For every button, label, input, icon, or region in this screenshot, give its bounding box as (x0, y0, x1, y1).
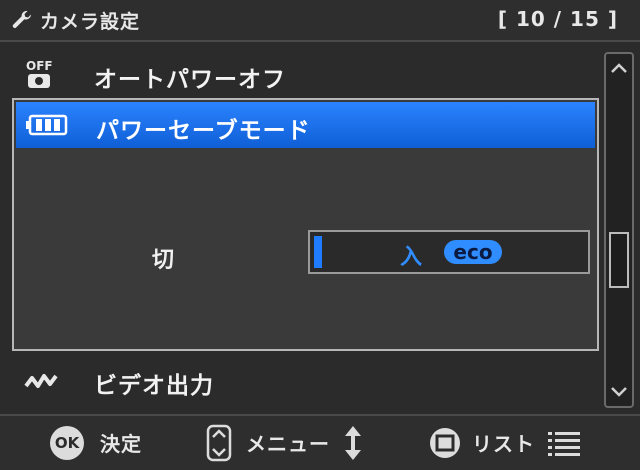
menu-item-label: パワーセーブモード (96, 118, 311, 144)
display-button-icon (430, 428, 460, 458)
chevron-up-icon[interactable] (608, 58, 630, 80)
menu-item-label: オートパワーオフ (94, 67, 286, 93)
page-title: カメラ設定 (40, 11, 141, 33)
option-off[interactable]: 切 (152, 242, 174, 274)
list-icon (548, 432, 580, 456)
power-save-panel: パワーセーブモード 切 入 eco (12, 98, 599, 351)
footer-bar: OK 決定 メニュー リスト (0, 414, 640, 470)
up-down-arrow-icon (345, 426, 361, 460)
chevron-down-icon[interactable] (608, 380, 630, 402)
menu-item-video-output[interactable]: ビデオ出力 (0, 356, 600, 404)
ok-label: 決定 (100, 432, 142, 456)
video-output-icon (24, 374, 58, 388)
ok-button-icon: OK (50, 426, 84, 460)
header-bar: カメラ設定 [ 10 / 15 ] (0, 0, 640, 42)
page-counter: [ 10 / 15 ] (497, 7, 618, 31)
eco-badge: eco (444, 240, 502, 264)
auto-power-off-icon: OFF (26, 59, 53, 88)
option-on-eco[interactable]: 入 eco (308, 230, 590, 274)
menu-label: メニュー (246, 432, 330, 456)
scrollbar-thumb[interactable] (609, 232, 629, 288)
up-down-dial-icon (206, 424, 232, 462)
wrench-icon (12, 10, 31, 28)
list-label: リスト (472, 432, 535, 456)
menu-item-label: ビデオ出力 (94, 373, 214, 399)
option-on-label: 入 (400, 245, 423, 270)
menu-item-auto-power-off[interactable]: OFF オートパワーオフ (0, 50, 600, 98)
battery-icon (26, 114, 68, 136)
selection-marker (314, 236, 322, 268)
menu-item-power-save-mode[interactable]: パワーセーブモード (16, 102, 595, 148)
scrollbar[interactable] (604, 52, 634, 408)
svg-text:OFF: OFF (26, 59, 53, 73)
